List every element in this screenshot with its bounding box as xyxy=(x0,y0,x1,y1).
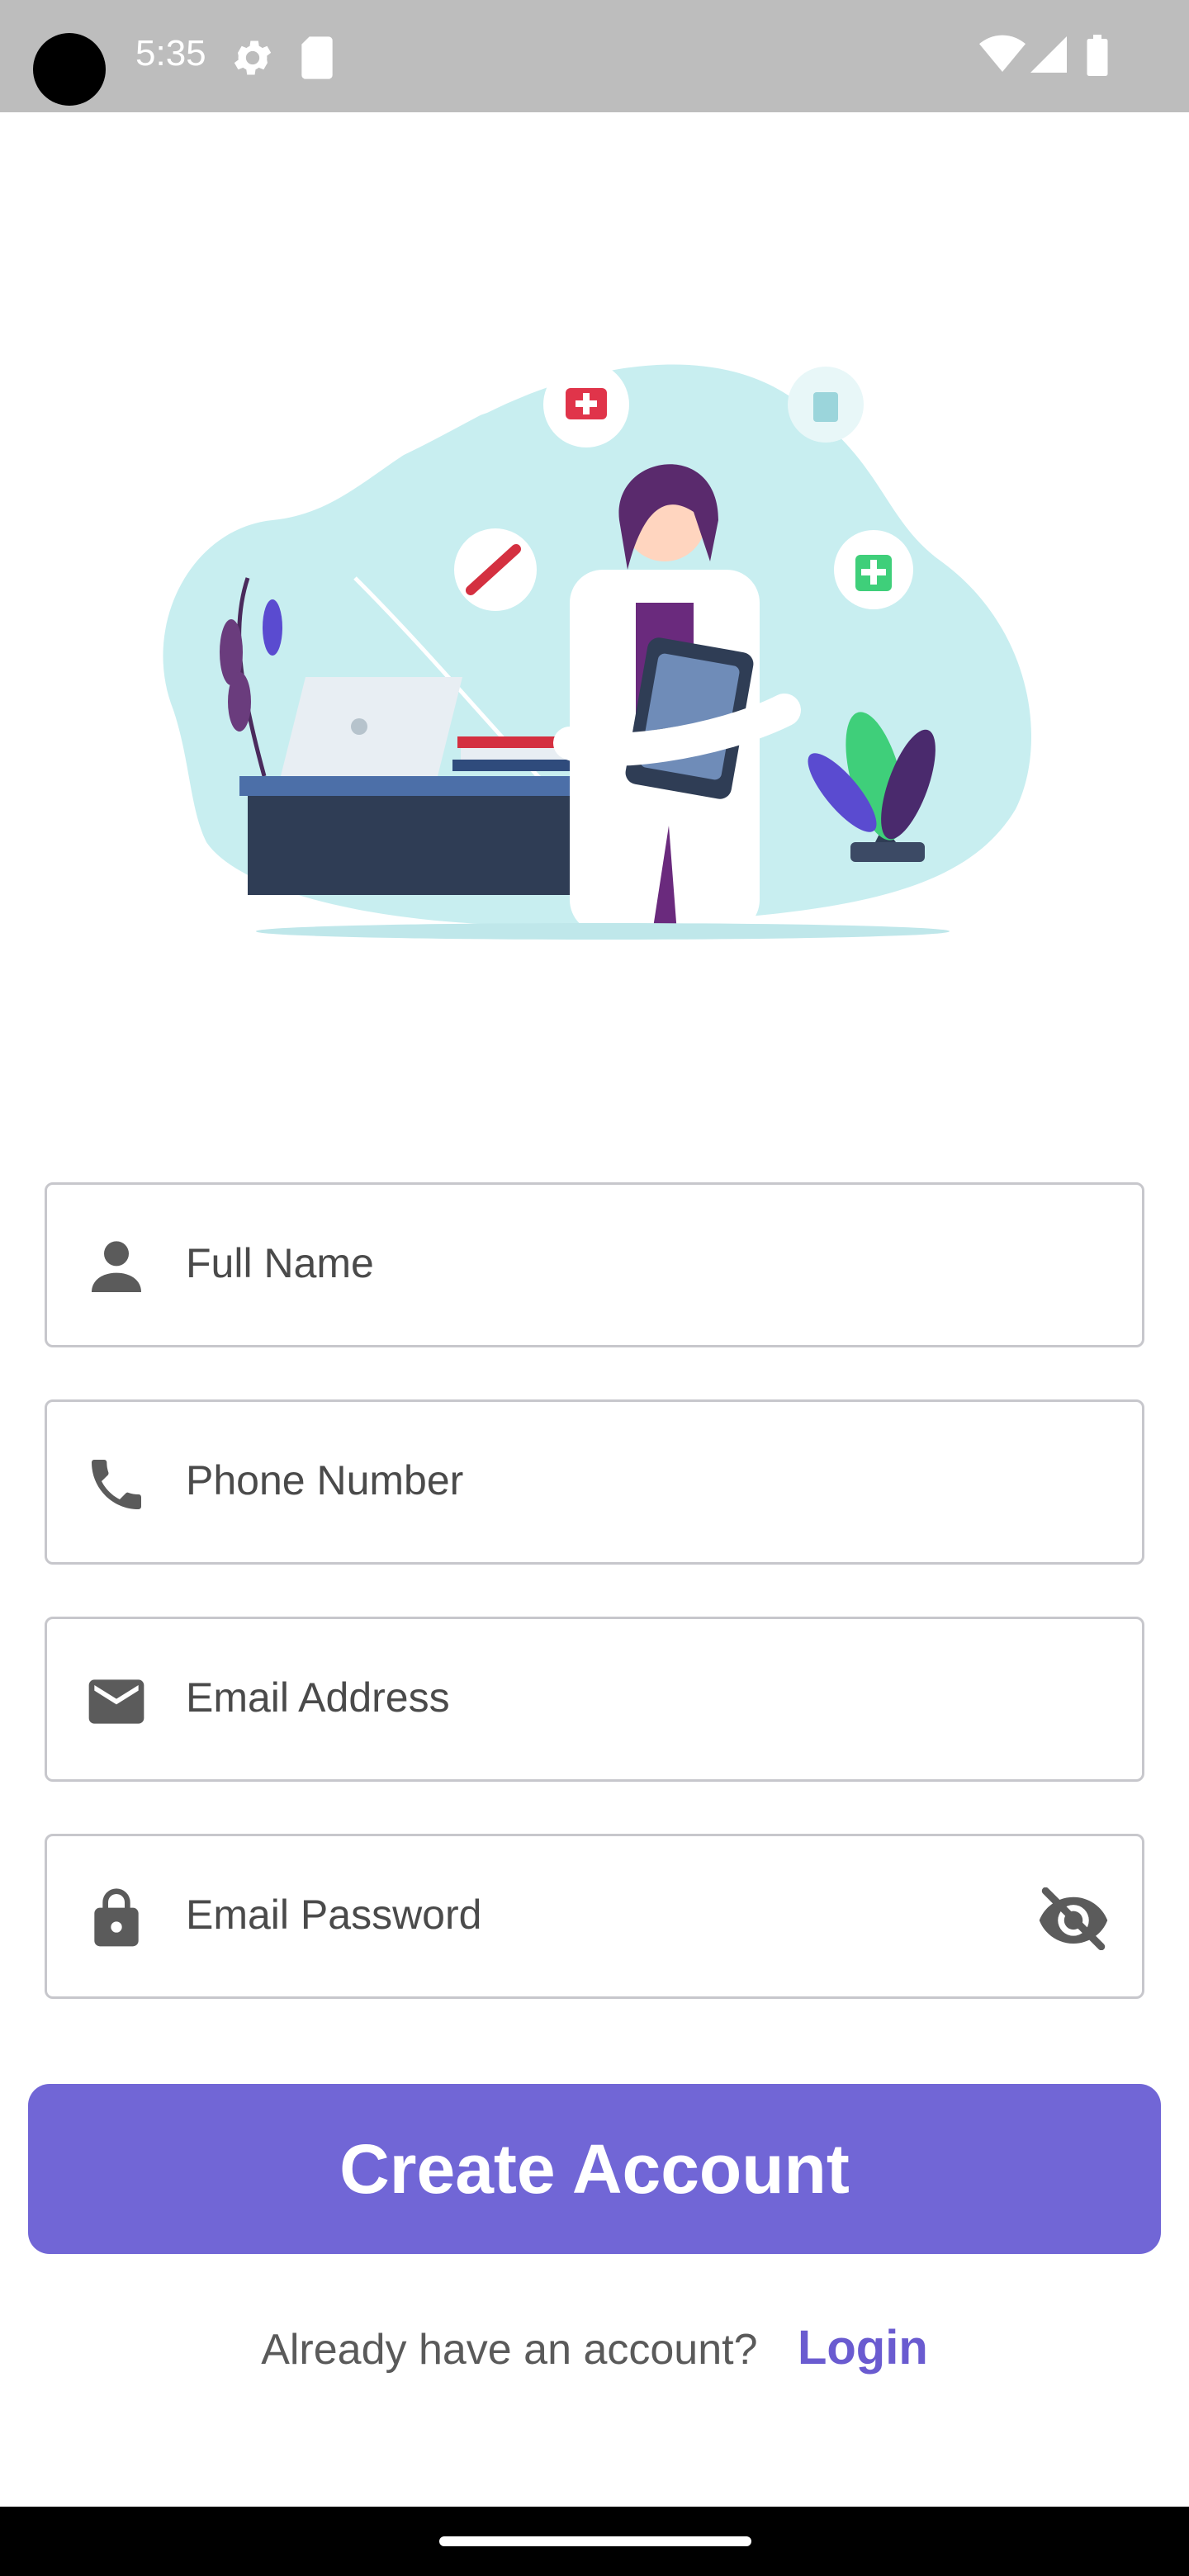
password-placeholder: Email Password xyxy=(186,1892,482,1938)
home-gesture-handle[interactable] xyxy=(439,2536,751,2546)
battery-icon xyxy=(1087,35,1108,76)
sd-card-icon xyxy=(301,36,333,79)
signal-icon xyxy=(1030,36,1067,73)
password-field[interactable]: Email Password xyxy=(45,1834,1144,1999)
phone-icon xyxy=(92,1460,141,1509)
status-bar: 5:35 xyxy=(0,0,1189,112)
login-row: Already have an account? Login xyxy=(0,2320,1189,2375)
phone-number-field[interactable]: Phone Number xyxy=(45,1399,1144,1565)
create-account-button[interactable]: Create Account xyxy=(28,2084,1161,2254)
mail-icon xyxy=(88,1679,144,1724)
login-prompt: Already have an account? xyxy=(261,2326,758,2374)
full-name-placeholder: Full Name xyxy=(186,1240,374,1286)
lock-icon xyxy=(94,1888,139,1947)
settings-icon xyxy=(234,40,272,75)
wifi-icon xyxy=(979,35,1026,72)
navigation-bar xyxy=(0,2507,1189,2576)
login-link[interactable]: Login xyxy=(798,2321,928,2375)
full-name-field[interactable]: Full Name xyxy=(45,1182,1144,1347)
doctor-illustration xyxy=(163,361,1032,940)
person-icon xyxy=(92,1241,141,1292)
email-address-field[interactable]: Email Address xyxy=(45,1617,1144,1782)
camera-cutout xyxy=(33,33,106,106)
status-time: 5:35 xyxy=(135,33,206,73)
phone-number-placeholder: Phone Number xyxy=(186,1457,464,1503)
eye-off-icon[interactable] xyxy=(1036,1887,1111,1950)
email-address-placeholder: Email Address xyxy=(186,1674,450,1721)
